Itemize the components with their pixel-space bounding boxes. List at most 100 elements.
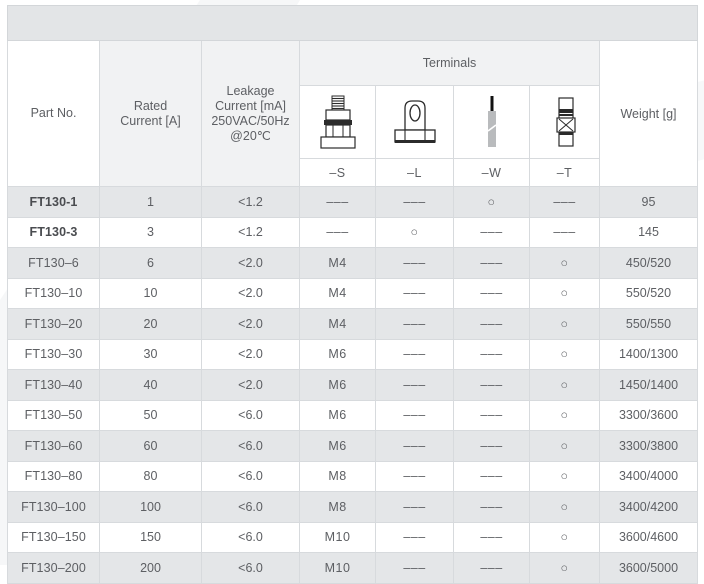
cell-terminal-w: ‒‒‒ xyxy=(453,430,530,462)
cell-rated-current: 3 xyxy=(99,216,202,248)
terminal-icon-cell-w xyxy=(453,85,530,159)
terminal-code-t: –T xyxy=(529,158,600,187)
table-row: FT130–10 10 <2.0 M4 ‒‒‒ ‒‒‒ ○ 550/520 xyxy=(7,277,698,309)
cell-terminal-s: M4 xyxy=(299,247,376,279)
table-row: FT130–150 150 <6.0 M10 ‒‒‒ ‒‒‒ ○ 3600/4600 xyxy=(7,521,698,553)
cell-rated-current: 10 xyxy=(99,277,202,309)
table-row: FT130–60 60 <6.0 M6 ‒‒‒ ‒‒‒ ○ 3300/3800 xyxy=(7,430,698,462)
cell-weight: 1450/1400 xyxy=(599,369,698,401)
cell-terminal-s: M6 xyxy=(299,338,376,370)
cell-terminal-l: ‒‒‒ xyxy=(375,247,454,279)
cell-terminal-s: M6 xyxy=(299,399,376,431)
cell-terminal-w: ‒‒‒ xyxy=(453,521,530,553)
cell-weight: 550/520 xyxy=(599,277,698,309)
cell-weight: 3400/4200 xyxy=(599,491,698,523)
cell-terminal-s: M4 xyxy=(299,308,376,340)
cell-part-no: FT130–200 xyxy=(7,552,100,584)
cell-rated-current: 30 xyxy=(99,338,202,370)
cell-leakage-current: <6.0 xyxy=(201,460,300,492)
cell-rated-current: 6 xyxy=(99,247,202,279)
terminal-icon-cell-l xyxy=(375,85,454,159)
terminal-code-l: –L xyxy=(375,158,454,187)
cell-terminal-w: ‒‒‒ xyxy=(453,460,530,492)
cell-terminal-s: ‒‒‒ xyxy=(299,186,376,218)
cell-weight: 145 xyxy=(599,216,698,248)
cell-part-no: FT130–80 xyxy=(7,460,100,492)
cell-part-no: FT130–40 xyxy=(7,369,100,401)
header-leakage-line4: @20℃ xyxy=(230,128,271,143)
table-row: FT130–6 6 <2.0 M4 ‒‒‒ ‒‒‒ ○ 450/520 xyxy=(7,247,698,279)
cell-terminal-l: ‒‒‒ xyxy=(375,338,454,370)
cell-leakage-current: <2.0 xyxy=(201,247,300,279)
cell-terminal-w: ‒‒‒ xyxy=(453,399,530,431)
cell-leakage-current: <2.0 xyxy=(201,277,300,309)
cell-terminal-l: ‒‒‒ xyxy=(375,430,454,462)
table-row: FT130–80 80 <6.0 M8 ‒‒‒ ‒‒‒ ○ 3400/4000 xyxy=(7,460,698,492)
cell-terminal-t: ○ xyxy=(529,369,600,401)
cell-part-no: FT130–60 xyxy=(7,430,100,462)
cell-rated-current: 200 xyxy=(99,552,202,584)
cell-leakage-current: <6.0 xyxy=(201,399,300,431)
cell-terminal-w: ‒‒‒ xyxy=(453,552,530,584)
cell-terminal-t: ○ xyxy=(529,277,600,309)
cell-terminal-w: ‒‒‒ xyxy=(453,338,530,370)
table-row: FT130-1 1 <1.2 ‒‒‒ ‒‒‒ ○ ‒‒‒ 95 xyxy=(7,186,698,218)
cell-leakage-current: <6.0 xyxy=(201,552,300,584)
cell-terminal-t: ○ xyxy=(529,247,600,279)
top-band-cell xyxy=(7,5,698,41)
cell-terminal-w: ‒‒‒ xyxy=(453,308,530,340)
header-rated-current-line2: Current [A] xyxy=(120,113,181,128)
cell-terminal-l: ○ xyxy=(375,216,454,248)
cell-terminal-t: ‒‒‒ xyxy=(529,216,600,248)
cell-terminal-t: ○ xyxy=(529,552,600,584)
table-row: FT130–20 20 <2.0 M4 ‒‒‒ ‒‒‒ ○ 550/550 xyxy=(7,308,698,340)
table-row: FT130–30 30 <2.0 M6 ‒‒‒ ‒‒‒ ○ 1400/1300 xyxy=(7,338,698,370)
cell-terminal-s: M10 xyxy=(299,521,376,553)
cell-leakage-current: <1.2 xyxy=(201,186,300,218)
header-leakage-line2: Current [mA] xyxy=(215,98,286,113)
cell-terminal-t: ○ xyxy=(529,491,600,523)
wire-terminal-icon xyxy=(487,96,496,147)
table-row: FT130–50 50 <6.0 M6 ‒‒‒ ‒‒‒ ○ 3300/3600 xyxy=(7,399,698,431)
terminal-code-w: –W xyxy=(453,158,530,187)
cell-terminal-s: M6 xyxy=(299,430,376,462)
cell-terminal-l: ‒‒‒ xyxy=(375,552,454,584)
cell-part-no: FT130–10 xyxy=(7,277,100,309)
cell-part-no: FT130–6 xyxy=(7,247,100,279)
cell-rated-current: 40 xyxy=(99,369,202,401)
cell-rated-current: 60 xyxy=(99,430,202,462)
cell-rated-current: 100 xyxy=(99,491,202,523)
header-leakage-line1: Leakage xyxy=(226,83,275,98)
cell-terminal-l: ‒‒‒ xyxy=(375,399,454,431)
header-leakage-line3: 250VAC/50Hz xyxy=(211,113,290,128)
cell-rated-current: 1 xyxy=(99,186,202,218)
cell-weight: 95 xyxy=(599,186,698,218)
header-rated-current-line1: Rated xyxy=(133,98,168,113)
cell-weight: 3600/4600 xyxy=(599,521,698,553)
cell-terminal-l: ‒‒‒ xyxy=(375,460,454,492)
cell-leakage-current: <1.2 xyxy=(201,216,300,248)
cell-terminal-t: ○ xyxy=(529,521,600,553)
cell-part-no: FT130–20 xyxy=(7,308,100,340)
cell-terminal-s: M8 xyxy=(299,491,376,523)
cell-terminal-w: ‒‒‒ xyxy=(453,369,530,401)
cell-terminal-l: ‒‒‒ xyxy=(375,369,454,401)
cell-terminal-w: ‒‒‒ xyxy=(453,247,530,279)
cell-part-no: FT130-3 xyxy=(7,216,100,248)
cell-terminal-l: ‒‒‒ xyxy=(375,521,454,553)
cell-terminal-s: ‒‒‒ xyxy=(299,216,376,248)
specification-table-container: Part No. Rated Current [A] Leakage Curre… xyxy=(7,5,698,584)
table-body: FT130-1 1 <1.2 ‒‒‒ ‒‒‒ ○ ‒‒‒ 95 FT130-3 3 <1.2 ‒‒‒ ○… xyxy=(7,186,698,584)
cell-weight: 450/520 xyxy=(599,247,698,279)
table-row: FT130–100 100 <6.0 M8 ‒‒‒ ‒‒‒ ○ 3400/4200 xyxy=(7,491,698,523)
cell-terminal-s: M10 xyxy=(299,552,376,584)
cell-leakage-current: <6.0 xyxy=(201,521,300,553)
cell-terminal-l: ‒‒‒ xyxy=(375,491,454,523)
cell-terminal-w: ‒‒‒ xyxy=(453,216,530,248)
cell-terminal-s: M8 xyxy=(299,460,376,492)
header-terminals-group: Terminals xyxy=(299,40,600,86)
header-part-no: Part No. xyxy=(7,40,100,187)
cell-leakage-current: <6.0 xyxy=(201,430,300,462)
cell-terminal-w: ‒‒‒ xyxy=(453,277,530,309)
header-weight: Weight [g] xyxy=(599,40,698,187)
